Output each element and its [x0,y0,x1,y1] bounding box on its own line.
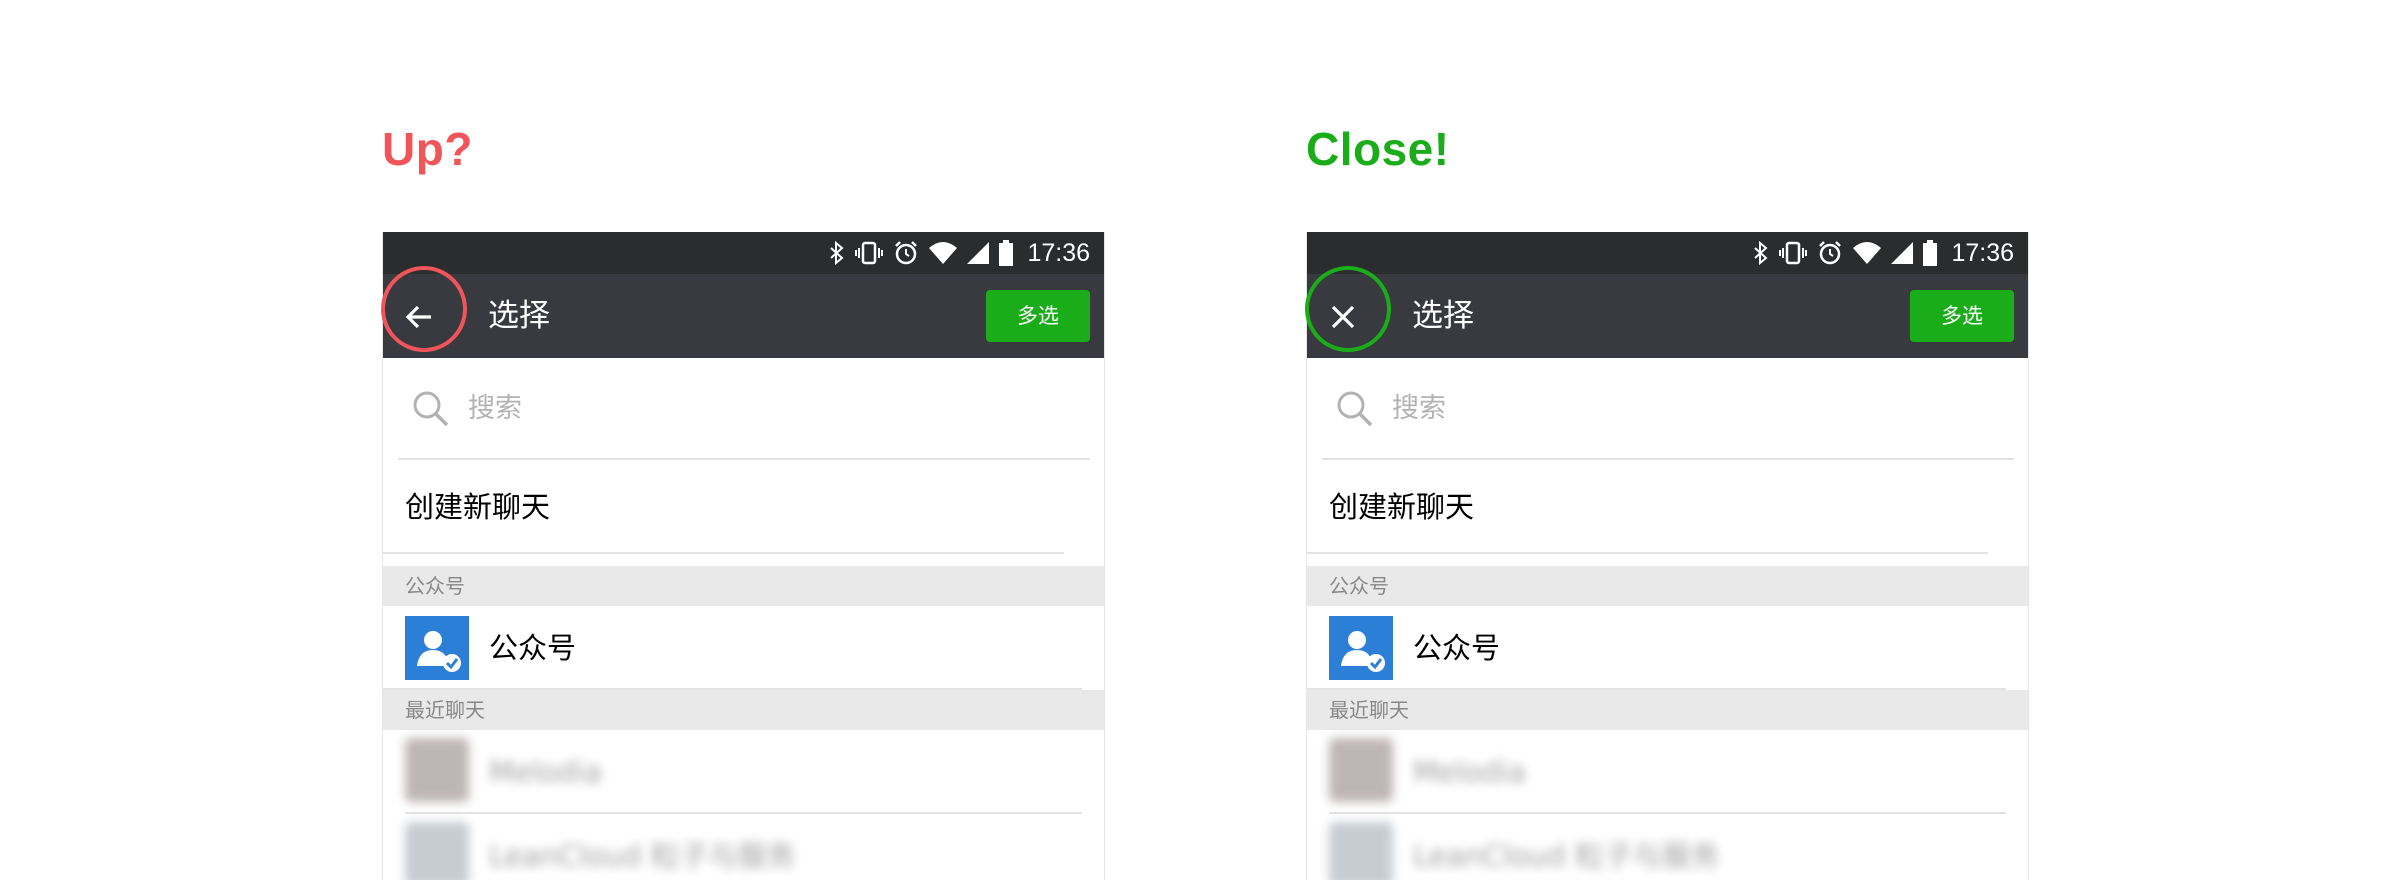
create-new-chat-item[interactable]: 创建新聊天 [1307,460,2028,554]
alarm-icon [1819,241,1842,265]
divider [383,552,1064,554]
avatar [405,738,469,802]
page-title: 选择 [1412,298,1474,334]
list-item-label: LeanCloud 粒子与服务 [1413,839,1720,873]
create-new-chat-label: 创建新聊天 [405,490,551,524]
search-icon [1337,391,1373,427]
avatar [1329,822,1393,880]
list-item-label: 公众号 [1413,631,1501,665]
highlight-ring [1305,266,1391,352]
avatar [405,822,469,880]
highlight-ring [381,266,467,352]
list-item-recent-chat[interactable]: Melodia [383,730,1104,814]
list-item-label: LeanCloud 粒子与服务 [489,839,796,873]
list-item-recent-chat[interactable]: Melodia [1307,730,2028,814]
signal-icon [967,242,990,264]
divider [1307,552,1988,554]
vibrate-icon [855,241,884,265]
search-icon [413,391,449,427]
list-item-recent-chat[interactable]: LeanCloud 粒子与服务 [1307,814,2028,880]
list-item-recent-chat[interactable]: LeanCloud 粒子与服务 [383,814,1104,880]
alarm-icon [895,241,918,265]
official-account-icon [405,616,469,680]
status-time: 17:36 [1951,238,2014,267]
bluetooth-icon [830,241,844,265]
list-item-official-accounts[interactable]: 公众号 [383,606,1104,690]
create-new-chat-label: 创建新聊天 [1329,490,1475,524]
status-time: 17:36 [1027,238,1090,267]
official-account-icon [1329,616,1393,680]
page-title: 选择 [488,298,550,334]
phone-screen: 17:36 选择 多选 搜索 创建新聊天 公众号 公众号 最近聊天 Melodi… [382,232,1105,880]
panel-title: Close! [1306,123,1450,175]
create-new-chat-item[interactable]: 创建新聊天 [383,460,1104,554]
wifi-icon [929,242,958,264]
app-bar: 选择 多选 [1307,274,2028,358]
panel-close: Close! 17:36 选择 多选 搜索 创建新聊天 公众号 公众号 最近聊天… [1305,0,2029,880]
signal-icon [1891,242,1914,264]
search-placeholder: 搜索 [468,393,522,424]
list-item-label: Melodia [489,755,602,789]
list-item-label: Melodia [1413,755,1526,789]
section-header-official-accounts: 公众号 [383,566,1104,606]
multi-select-button[interactable]: 多选 [986,290,1090,342]
status-bar: 17:36 [1307,232,2028,274]
panel-title: Up? [382,123,473,175]
panel-up: Up? 17:36 选择 多选 搜索 创建新聊天 公众号 公众号 最近聊天 Me… [381,0,1105,880]
battery-icon [999,240,1014,266]
bluetooth-icon [1754,241,1768,265]
section-header-recent-chats: 最近聊天 [1307,690,2028,730]
avatar [1329,738,1393,802]
vibrate-icon [1779,241,1808,265]
list-item-label: 公众号 [489,631,577,665]
search-input[interactable]: 搜索 [398,358,1090,460]
section-header-recent-chats: 最近聊天 [383,690,1104,730]
status-bar: 17:36 [383,232,1104,274]
section-header-official-accounts: 公众号 [1307,566,2028,606]
phone-screen: 17:36 选择 多选 搜索 创建新聊天 公众号 公众号 最近聊天 Melodi… [1306,232,2029,880]
app-bar: 选择 多选 [383,274,1104,358]
search-input[interactable]: 搜索 [1322,358,2014,460]
multi-select-button[interactable]: 多选 [1910,290,2014,342]
battery-icon [1923,240,1938,266]
wifi-icon [1853,242,1882,264]
search-placeholder: 搜索 [1392,393,1446,424]
list-item-official-accounts[interactable]: 公众号 [1307,606,2028,690]
